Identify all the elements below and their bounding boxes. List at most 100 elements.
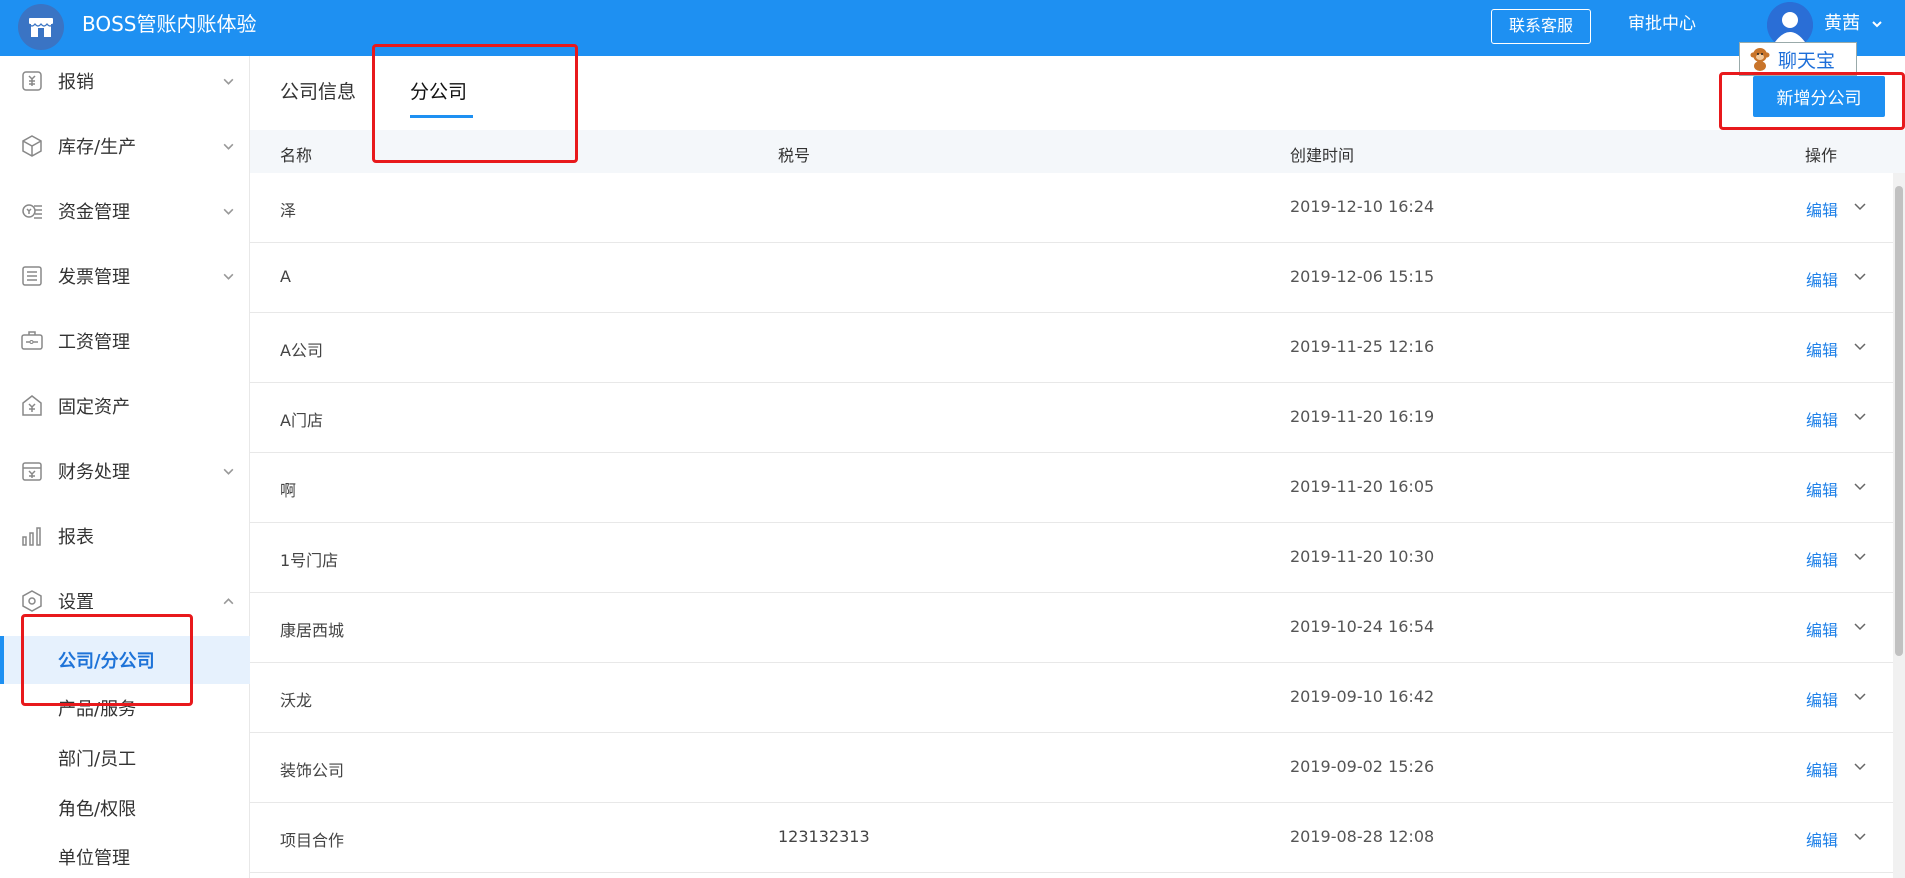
sidebar-item-finance[interactable]: 财务处理 <box>0 451 250 491</box>
sidebar-item-inventory[interactable]: 库存/生产 <box>0 126 250 166</box>
sidebar-item-label: 设置 <box>58 592 94 613</box>
add-branch-button[interactable]: 新增分公司 <box>1753 76 1885 117</box>
chevron-down-icon[interactable] <box>1853 479 1867 493</box>
edit-link[interactable]: 编辑 <box>1806 407 1838 431</box>
sidebar-subitem-departments[interactable]: 部门/员工 <box>0 734 250 782</box>
edit-link[interactable]: 编辑 <box>1806 477 1838 501</box>
scrollbar-thumb[interactable] <box>1895 186 1903 656</box>
cell-created: 2019-10-24 16:54 <box>1290 617 1435 636</box>
chevron-up-icon[interactable] <box>222 595 235 608</box>
active-tab-indicator <box>410 115 473 118</box>
receipt-icon <box>22 71 42 91</box>
sidebar-item-invoices[interactable]: 发票管理 <box>0 256 250 296</box>
chevron-down-icon[interactable] <box>222 140 235 153</box>
sidebar-item-label: 报销 <box>58 72 94 93</box>
column-header-created: 创建时间 <box>1290 146 1355 165</box>
sidebar-subitem-label: 单位管理 <box>58 848 130 869</box>
sidebar-item-label: 固定资产 <box>58 397 130 418</box>
money-icon <box>22 204 42 219</box>
edit-link[interactable]: 编辑 <box>1806 197 1838 221</box>
sidebar-item-label: 发票管理 <box>58 267 130 288</box>
approval-center-link[interactable]: 审批中心 <box>1628 12 1696 36</box>
column-header-name: 名称 <box>280 146 313 165</box>
cell-name: 项目合作 <box>280 831 345 850</box>
cell-tax-id: 123132313 <box>778 827 870 846</box>
sidebar-subitem-label: 角色/权限 <box>58 799 137 820</box>
chevron-down-icon[interactable] <box>1853 549 1867 563</box>
chevron-down-icon[interactable] <box>1853 759 1867 773</box>
chevron-down-icon[interactable] <box>222 270 235 283</box>
cell-name: 泽 <box>280 201 297 220</box>
edit-link[interactable]: 编辑 <box>1806 617 1838 641</box>
sidebar-subitem-label: 部门/员工 <box>58 749 137 770</box>
chevron-down-icon[interactable] <box>1853 199 1867 213</box>
asset-icon <box>22 395 42 416</box>
cell-name: A公司 <box>280 341 323 360</box>
sidebar-subitem-label: 公司/分公司 <box>58 651 155 672</box>
edit-link[interactable]: 编辑 <box>1806 337 1838 361</box>
table-header: 名称 税号 创建时间 操作 <box>250 130 1905 173</box>
table-row: 1号门店 2019-11-20 10:30 编辑 <box>250 523 1893 593</box>
edit-link[interactable]: 编辑 <box>1806 827 1838 851</box>
cell-created: 2019-08-28 12:08 <box>1290 827 1435 846</box>
cell-name: 啊 <box>280 481 297 500</box>
app-logo[interactable] <box>18 4 64 50</box>
table-row: 项目合作 123132313 2019-08-28 12:08 编辑 <box>250 803 1893 873</box>
chevron-down-icon[interactable] <box>222 205 235 218</box>
tab-branches[interactable]: 分公司 <box>410 80 467 104</box>
chevron-down-icon[interactable] <box>1853 619 1867 633</box>
sidebar-item-payroll[interactable]: 工资管理 <box>0 321 250 361</box>
sidebar: 报销 库存/生产 资金管理 发票管理 工资管理 固定资产 财务处理 报表 设置 … <box>0 56 250 878</box>
edit-link[interactable]: 编辑 <box>1806 687 1838 711</box>
sidebar-item-label: 工资管理 <box>58 332 130 353</box>
table-row: A公司 2019-11-25 12:16 编辑 <box>250 313 1893 383</box>
cell-name: 1号门店 <box>280 551 339 570</box>
finance-icon <box>22 462 42 481</box>
cell-name: 装饰公司 <box>280 761 345 780</box>
username[interactable]: 黄茜 <box>1824 12 1860 36</box>
table-row: 装饰公司 2019-09-02 15:26 编辑 <box>250 733 1893 803</box>
sidebar-item-reports[interactable]: 报表 <box>0 516 250 556</box>
sidebar-subitem-label: 产品/服务 <box>58 699 137 720</box>
chevron-down-icon[interactable] <box>1853 269 1867 283</box>
bar-chart-icon <box>22 527 41 546</box>
sidebar-subitem-products[interactable]: 产品/服务 <box>0 684 250 732</box>
cell-name: A门店 <box>280 411 323 430</box>
sidebar-item-reimbursement[interactable]: 报销 <box>0 61 250 101</box>
sidebar-item-funds[interactable]: 资金管理 <box>0 191 250 231</box>
edit-link[interactable]: 编辑 <box>1806 757 1838 781</box>
cell-created: 2019-12-06 15:15 <box>1290 267 1435 286</box>
chevron-down-icon[interactable] <box>1871 18 1883 30</box>
sidebar-item-settings[interactable]: 设置 <box>0 581 250 621</box>
chevron-down-icon[interactable] <box>1853 339 1867 353</box>
tab-company-info[interactable]: 公司信息 <box>280 80 356 104</box>
table-row: A 2019-12-06 15:15 编辑 <box>250 243 1893 313</box>
contact-support-button[interactable]: 联系客服 <box>1491 9 1591 44</box>
column-header-actions: 操作 <box>1805 146 1838 165</box>
cell-name: A <box>280 267 291 286</box>
edit-link[interactable]: 编辑 <box>1806 547 1838 571</box>
cell-created: 2019-12-10 16:24 <box>1290 197 1435 216</box>
chevron-down-icon[interactable] <box>222 75 235 88</box>
table-row: 康居西城 2019-10-24 16:54 编辑 <box>250 593 1893 663</box>
table-row: 沃龙 2019-09-10 16:42 编辑 <box>250 663 1893 733</box>
chevron-down-icon[interactable] <box>1853 689 1867 703</box>
cell-name: 康居西城 <box>280 621 345 640</box>
sidebar-subitem-units[interactable]: 单位管理 <box>0 833 250 878</box>
main-content: 公司信息 分公司 新增分公司 名称 税号 创建时间 操作 泽 2019-12-10… <box>250 56 1905 878</box>
table-row: 啊 2019-11-20 16:05 编辑 <box>250 453 1893 523</box>
cell-created: 2019-11-20 10:30 <box>1290 547 1435 566</box>
sidebar-item-label: 报表 <box>58 527 94 548</box>
edit-link[interactable]: 编辑 <box>1806 267 1838 291</box>
shop-icon <box>28 18 54 37</box>
chevron-down-icon[interactable] <box>1853 829 1867 843</box>
chevron-down-icon[interactable] <box>222 465 235 478</box>
sidebar-subitem-company[interactable]: 公司/分公司 <box>0 636 250 684</box>
chevron-down-icon[interactable] <box>1853 409 1867 423</box>
invoice-icon <box>22 266 42 286</box>
sidebar-item-fixed-assets[interactable]: 固定资产 <box>0 386 250 426</box>
sidebar-item-label: 库存/生产 <box>58 137 137 158</box>
cell-created: 2019-09-02 15:26 <box>1290 757 1435 776</box>
sidebar-subitem-roles[interactable]: 角色/权限 <box>0 784 250 832</box>
table-row: A门店 2019-11-20 16:19 编辑 <box>250 383 1893 453</box>
